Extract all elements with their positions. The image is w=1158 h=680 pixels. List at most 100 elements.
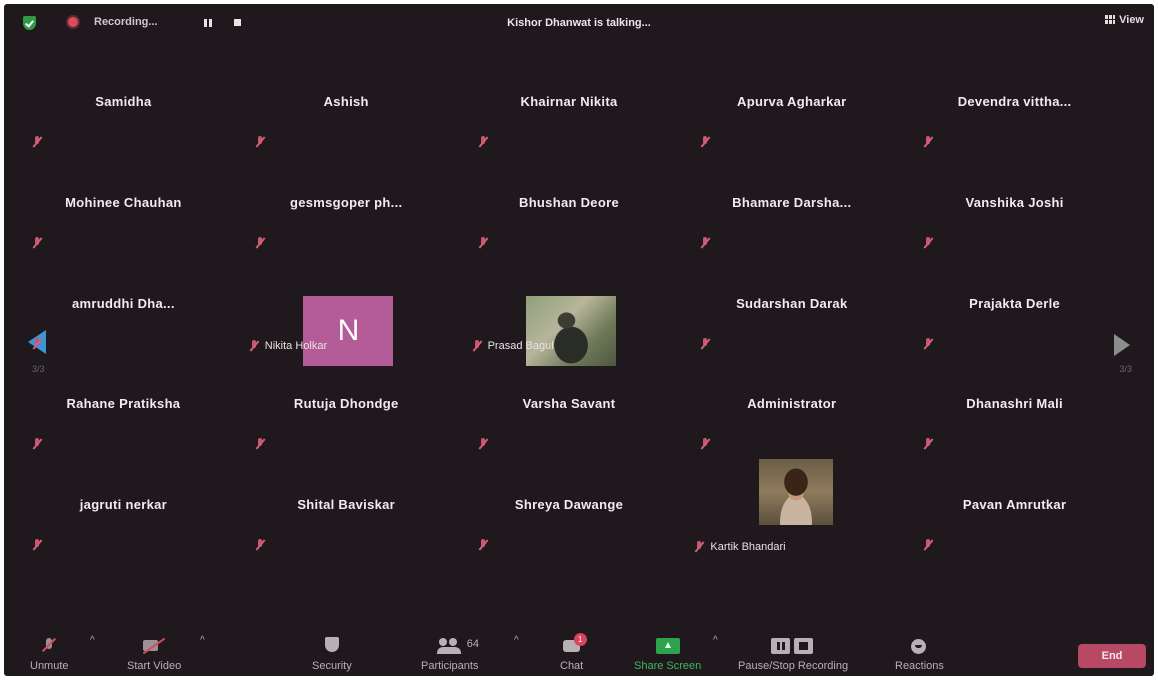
participant-name: Rahane Pratiksha	[66, 396, 181, 412]
muted-mic-icon	[923, 236, 933, 249]
muted-mic-icon	[923, 438, 933, 450]
participant-tile[interactable]: Shreya Dawange	[458, 495, 681, 596]
participant-name: Shreya Dawange	[514, 497, 624, 513]
chat-button[interactable]: 1 Chat	[560, 633, 587, 672]
participant-name: jagruti nerkar	[79, 497, 168, 513]
security-button[interactable]: Security	[312, 636, 352, 672]
participant-name: Prajakta Derle	[969, 295, 1061, 311]
chat-label: Chat	[560, 660, 584, 672]
reactions-button[interactable]: Reactions	[895, 636, 944, 672]
participant-tile[interactable]: jagruti nerkar	[12, 495, 235, 596]
share-screen-icon	[655, 636, 680, 656]
participants-count: 64	[466, 638, 479, 650]
participant-tile[interactable]: Sudarshan Darak	[680, 294, 903, 395]
participant-tile[interactable]: amruddhi Dha...	[12, 294, 235, 395]
participant-name: Apurva Agharkar	[737, 94, 847, 109]
muted-mic-icon	[923, 337, 933, 350]
video-options-chevron-icon[interactable]: ^	[200, 635, 205, 646]
share-options-chevron-icon[interactable]: ^	[713, 635, 718, 646]
muted-mic-icon	[700, 438, 710, 450]
view-button[interactable]: View	[1105, 14, 1144, 26]
participant-tile[interactable]: Varsha Savant	[458, 394, 681, 495]
meeting-window: Recording... Kishor Dhanwat is talking..…	[4, 4, 1154, 676]
participant-tile[interactable]: gesmsgoper ph...	[235, 193, 458, 294]
muted-mic-icon	[255, 539, 265, 551]
participant-name-overlay: Nikita Holkar	[249, 339, 327, 352]
muted-mic-icon	[923, 136, 933, 148]
participant-tile[interactable]: Rutuja Dhondge	[235, 394, 458, 495]
participant-tile[interactable]: Shital Baviskar	[235, 495, 458, 596]
end-meeting-button[interactable]: End	[1078, 644, 1146, 668]
muted-mic-icon	[32, 539, 42, 551]
smiley-icon	[911, 636, 927, 656]
participant-name: Khairnar Nikita	[520, 94, 618, 109]
participant-name: Administrator	[747, 396, 837, 412]
avatar-letter: N	[337, 313, 360, 347]
muted-mic-icon	[694, 541, 718, 553]
participant-tile[interactable]: Ashish	[235, 92, 458, 193]
muted-mic-icon	[32, 136, 42, 148]
muted-mic-icon	[32, 236, 42, 249]
participant-tile[interactable]: Khairnar Nikita	[458, 92, 681, 193]
participant-tile[interactable]: Bhushan Deore	[458, 193, 681, 294]
participant-tile[interactable]: Devendra vittha...	[903, 92, 1126, 193]
participant-photo	[759, 459, 834, 526]
share-screen-button[interactable]: Share Screen	[634, 636, 701, 672]
participant-name-overlay: Prasad Bagul	[472, 339, 554, 352]
participant-name-overlay: Kartik Bhandari	[694, 541, 786, 553]
participant-name: Samidha	[95, 94, 152, 109]
participant-tile[interactable]: Rahane Pratiksha	[12, 394, 235, 495]
participant-tile[interactable]: Kartik Bhandari	[680, 459, 903, 596]
audio-options-chevron-icon[interactable]: ^	[90, 635, 95, 646]
video-off-icon	[141, 636, 167, 656]
muted-mic-icon	[255, 438, 265, 450]
pause-stop-recording-label: Pause/Stop Recording	[738, 660, 849, 672]
participant-name: amruddhi Dha...	[72, 295, 175, 311]
reactions-label: Reactions	[895, 660, 944, 672]
participant-name: Dhanashri Mali	[966, 396, 1063, 412]
muted-mic-icon	[478, 236, 488, 249]
participant-tile[interactable]: N Nikita Holkar	[235, 294, 458, 395]
pause-stop-recording-icon	[771, 636, 815, 656]
participant-tile[interactable]: Prasad Bagul	[458, 294, 681, 395]
participant-name: Varsha Savant	[522, 396, 616, 412]
chat-badge: 1	[573, 633, 587, 646]
muted-mic-icon	[700, 337, 710, 350]
meeting-toolbar: Unmute ^ Start Video ^ Security 64 Parti…	[4, 626, 1154, 676]
participant-tile[interactable]: Pavan Amrutkar	[903, 495, 1126, 596]
muted-mic-icon	[478, 539, 488, 551]
muted-mic-icon	[43, 636, 55, 656]
participant-tile[interactable]: Samidha	[12, 92, 235, 193]
top-bar: Recording... Kishor Dhanwat is talking..…	[4, 4, 1154, 44]
pause-stop-recording-button[interactable]: Pause/Stop Recording	[738, 636, 848, 672]
participants-label: Participants	[421, 660, 479, 672]
muted-mic-icon	[700, 236, 710, 249]
muted-mic-icon	[923, 539, 933, 551]
unmute-button[interactable]: Unmute	[30, 636, 69, 672]
participant-name: gesmsgoper ph...	[289, 194, 403, 210]
chat-icon: 1	[561, 633, 587, 656]
participant-tile[interactable]: Vanshika Joshi	[903, 193, 1126, 294]
participant-tile[interactable]: Apurva Agharkar	[680, 92, 903, 193]
participant-name: Bhamare Darsha...	[732, 194, 852, 210]
start-video-label: Start Video	[127, 660, 182, 672]
view-label: View	[1119, 14, 1144, 26]
participant-tile[interactable]: Mohinee Chauhan	[12, 193, 235, 294]
grid-icon	[1105, 15, 1116, 24]
participants-button[interactable]: 64 Participants	[421, 636, 479, 672]
participant-photo	[526, 295, 617, 366]
shield-icon	[324, 636, 339, 656]
muted-mic-icon	[472, 339, 496, 352]
participant-name: Shital Baviskar	[297, 497, 396, 513]
active-speaker-label: Kishor Dhanwat is talking...	[507, 17, 651, 29]
participants-options-chevron-icon[interactable]: ^	[514, 635, 519, 646]
start-video-button[interactable]: Start Video	[127, 636, 181, 672]
participant-tile[interactable]: Prajakta Derle	[903, 294, 1126, 395]
security-label: Security	[312, 660, 352, 672]
participant-name: Mohinee Chauhan	[65, 194, 182, 210]
participant-tile[interactable]: Dhanashri Mali	[903, 394, 1126, 495]
muted-mic-icon	[249, 339, 273, 352]
participant-tile[interactable]: Bhamare Darsha...	[680, 193, 903, 294]
participant-name: Rutuja Dhondge	[293, 396, 399, 412]
participant-gallery: Samidha Ashish Khairnar Nikita Apurva Ag…	[12, 92, 1126, 596]
